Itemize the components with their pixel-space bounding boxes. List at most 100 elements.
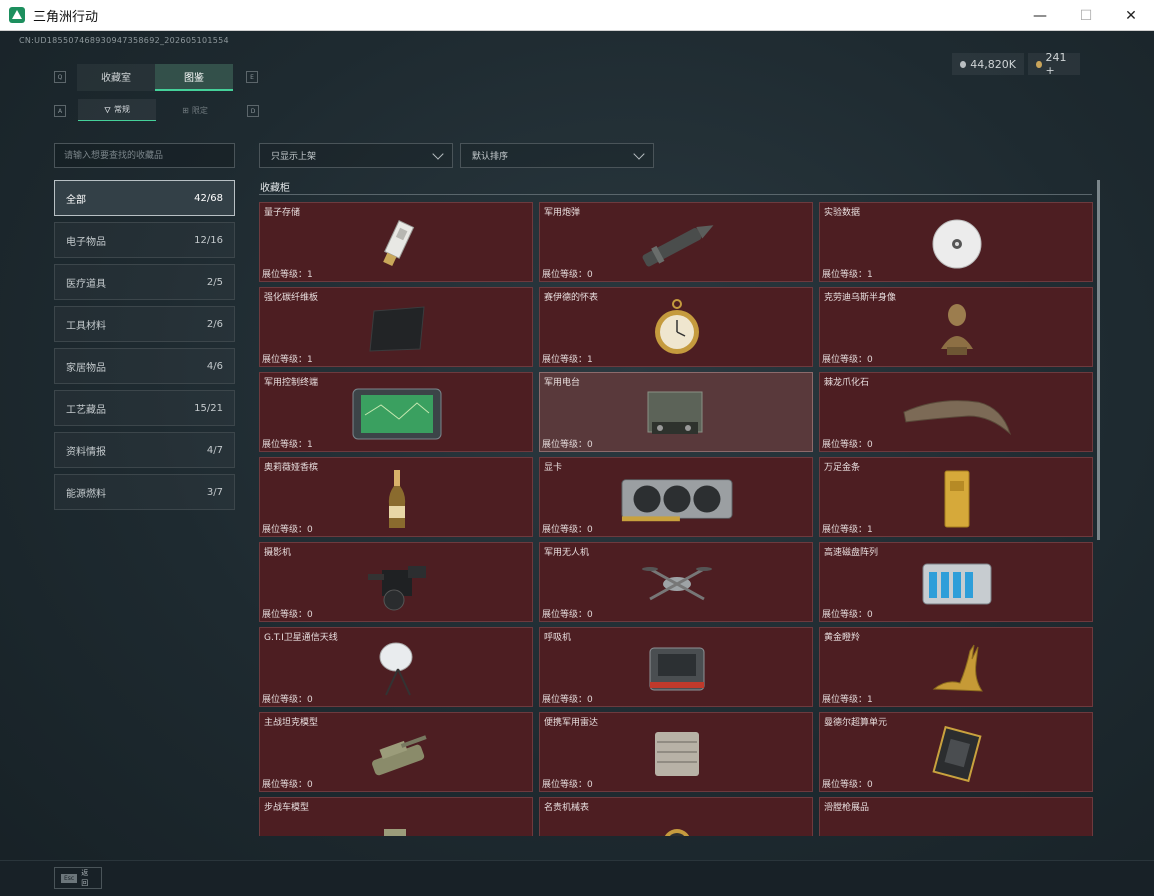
collectible-name: 便携军用雷达 [544, 718, 599, 728]
booth-level: 展位等级：0 [822, 437, 873, 450]
subtab-limited[interactable]: ⊞ 限定 [156, 99, 234, 121]
booth-level: 展位等级：1 [262, 437, 313, 450]
booth-level-label: 展位等级： [822, 610, 868, 620]
category-count: 12/16 [194, 234, 223, 246]
booth-level: 展位等级：0 [262, 522, 313, 535]
collectible-name: 呼吸机 [544, 633, 572, 643]
carbon-plate-icon [340, 294, 454, 364]
booth-level-label: 展位等级： [822, 525, 868, 535]
collectible-card[interactable]: 军用炮弹 展位等级：0 [539, 202, 813, 282]
category-medical[interactable]: 医疗道具 2/5 [54, 264, 235, 300]
collectible-card[interactable]: 万足金条展位等级：1 [819, 457, 1093, 537]
booth-level-label: 展位等级： [822, 440, 868, 450]
collectible-card[interactable]: 名贵机械表 [539, 797, 813, 836]
booth-level: 展位等级：0 [542, 777, 593, 790]
collectible-card[interactable]: 军用无人机 展位等级：0 [539, 542, 813, 622]
booth-level-value: 1 [307, 440, 313, 450]
booth-level-value: 0 [587, 525, 593, 535]
silver-currency: 44,820K [952, 53, 1024, 75]
subtab-regular[interactable]: 🜄 常规 [78, 99, 156, 121]
collectible-name: 摄影机 [264, 548, 292, 558]
collectible-card[interactable]: 强化碳纤维板 展位等级：1 [259, 287, 533, 367]
booth-level-value: 1 [587, 355, 593, 365]
category-electronics[interactable]: 电子物品 12/16 [54, 222, 235, 258]
collectible-card[interactable]: 高速磁盘阵列 展位等级：0 [819, 542, 1093, 622]
category-label: 资料情报 [66, 446, 106, 458]
booth-level: 展位等级：0 [822, 607, 873, 620]
booth-level: 展位等级：0 [822, 777, 873, 790]
booth-level-label: 展位等级： [542, 355, 588, 365]
grid-scrollbar[interactable] [1097, 180, 1100, 540]
collectible-card[interactable]: G.T.I卫星通信天线 展位等级：0 [259, 627, 533, 707]
silver-amount: 44,820K [970, 57, 1016, 71]
collectible-card[interactable]: 赛伊德的怀表 展位等级：1 [539, 287, 813, 367]
minimize-button[interactable]: — [1017, 0, 1063, 31]
booth-level: 展位等级：0 [262, 692, 313, 705]
sort-dropdown[interactable]: 默认排序 [460, 143, 654, 168]
disc-icon [900, 209, 1014, 279]
booth-level-value: 0 [587, 780, 593, 790]
category-energy[interactable]: 能源燃料 3/7 [54, 474, 235, 510]
collectible-card[interactable]: 摄影机 展位等级：0 [259, 542, 533, 622]
ifv-model-icon [340, 804, 454, 836]
back-button[interactable]: Esc 返回 [54, 867, 102, 889]
collectible-card[interactable]: 实验数据 展位等级：1 [819, 202, 1093, 282]
collectible-card[interactable]: 黄金瞪羚 展位等级：1 [819, 627, 1093, 707]
collectible-card[interactable]: 主战坦克模型 展位等级：0 [259, 712, 533, 792]
collectible-card[interactable]: 便携军用雷达 展位等级：0 [539, 712, 813, 792]
esc-key-label: Esc [61, 873, 78, 883]
category-count: 2/5 [206, 276, 223, 288]
collectible-card[interactable]: 克劳迪乌斯半身像 展位等级：0 [819, 287, 1093, 367]
key-hint-q: Q [54, 71, 66, 83]
claw-fossil-icon [900, 379, 1014, 449]
section-title: 收藏柜 [260, 183, 290, 194]
tab-collection-room[interactable]: 收藏室 [77, 64, 155, 91]
booth-level-value: 1 [307, 355, 313, 365]
collectible-card[interactable]: 棘龙爪化石 展位等级：0 [819, 372, 1093, 452]
category-count: 4/7 [206, 444, 223, 456]
collectible-name: 显卡 [544, 463, 563, 473]
shelf-filter-dropdown[interactable]: 只显示上架 [259, 143, 453, 168]
collectible-card[interactable]: 滑膛枪展品 [819, 797, 1093, 836]
collectible-card[interactable]: 显卡 展位等级：0 [539, 457, 813, 537]
collectible-card[interactable]: 呼吸机 展位等级：0 [539, 627, 813, 707]
collectible-name: 强化碳纤维板 [264, 293, 319, 303]
booth-level: 展位等级：1 [262, 352, 313, 365]
category-label: 电子物品 [66, 236, 106, 248]
booth-level-label: 展位等级： [542, 695, 588, 705]
category-household[interactable]: 家居物品 4/6 [54, 348, 235, 384]
booth-level-value: 0 [587, 270, 593, 280]
maximize-button[interactable]: ☐ [1063, 0, 1109, 31]
subtab-limited-label: 限定 [191, 105, 208, 115]
category-count: 42/68 [194, 192, 223, 204]
collectible-name: 高速磁盘阵列 [824, 548, 879, 558]
close-button[interactable]: ✕ [1108, 0, 1154, 31]
booth-level-label: 展位等级： [262, 270, 308, 280]
booth-level-value: 0 [587, 610, 593, 620]
key-hint-e: E [246, 71, 258, 83]
pocket-watch-icon [620, 294, 734, 364]
gold-amount: 241 + [1045, 51, 1067, 77]
booth-level: 展位等级：0 [542, 267, 593, 280]
collectible-card[interactable]: 奥莉薇娅香槟 展位等级：0 [259, 457, 533, 537]
collectible-card[interactable]: 曼德尔超算单元 展位等级：0 [819, 712, 1093, 792]
booth-level-value: 1 [867, 525, 873, 535]
collectible-name: 万足金条 [824, 463, 861, 473]
bottom-bar [0, 860, 1154, 896]
collectible-card[interactable]: 步战车模型 [259, 797, 533, 836]
gold-currency[interactable]: 241 + [1028, 51, 1080, 77]
category-crafts[interactable]: 工艺藏品 15/21 [54, 390, 235, 426]
category-count: 2/6 [206, 318, 223, 330]
collectible-card[interactable]: 军用电台 展位等级：0 [539, 372, 813, 452]
category-intel[interactable]: 资料情报 4/7 [54, 432, 235, 468]
collectible-card[interactable]: 军用控制终端 展位等级：1 [259, 372, 533, 452]
search-input[interactable] [54, 143, 235, 168]
tab-catalog[interactable]: 图鉴 [155, 64, 233, 91]
booth-level-value: 1 [867, 270, 873, 280]
key-hint-d: D [247, 105, 259, 117]
booth-level-label: 展位等级： [262, 780, 308, 790]
graphics-card-icon [620, 464, 734, 534]
category-tools[interactable]: 工具材料 2/6 [54, 306, 235, 342]
collectible-card[interactable]: 量子存储 展位等级：1 [259, 202, 533, 282]
category-all[interactable]: 全部 42/68 [54, 180, 235, 216]
